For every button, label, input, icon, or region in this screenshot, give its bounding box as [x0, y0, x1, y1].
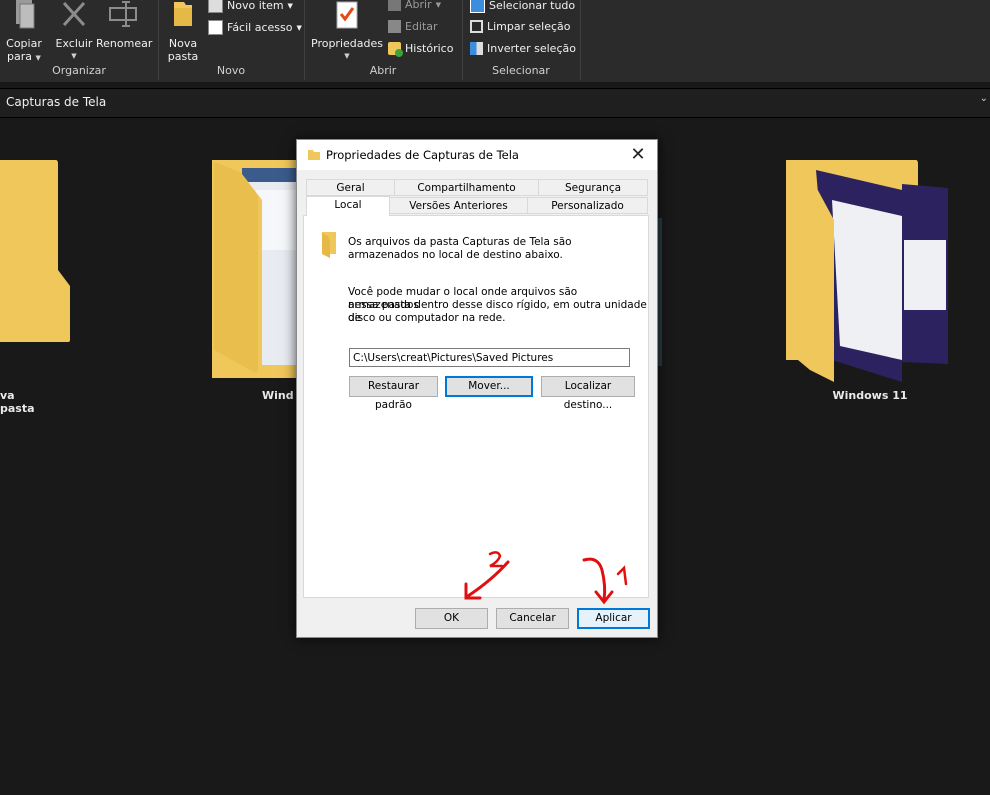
group-label-novo: Novo — [216, 64, 246, 77]
chevron-down-icon: ▼ — [287, 1, 293, 10]
address-bar[interactable]: Capturas de Tela ⌄ — [0, 88, 990, 118]
ribbon: Copiar para ▼ Excluir ▼ Renomear Organiz… — [0, 0, 990, 82]
open-icon — [388, 0, 401, 11]
address-path[interactable]: Capturas de Tela — [6, 95, 106, 109]
move-button[interactable]: Mover... — [445, 376, 533, 397]
easy-access-icon — [208, 20, 223, 35]
copy-to-label-2: para — [7, 50, 33, 63]
open-button[interactable]: Abrir ▼ — [388, 0, 441, 11]
apply-button[interactable]: Aplicar — [577, 608, 650, 629]
history-icon — [388, 42, 403, 57]
copy-to-icon — [16, 0, 35, 29]
info-line-2: armazenados no local de destino abaixo. — [348, 249, 563, 261]
history-label: Histórico — [405, 42, 454, 55]
ribbon-separator — [580, 0, 581, 80]
chevron-down-icon: ▼ — [35, 54, 41, 62]
tab-local[interactable]: Local — [306, 196, 390, 216]
new-item-label: Novo item — [227, 0, 284, 12]
new-folder-icon — [174, 2, 192, 26]
properties-dialog: Propriedades de Capturas de Tela ✕ Geral… — [296, 139, 658, 638]
dialog-title: Propriedades de Capturas de Tela — [326, 148, 519, 162]
chevron-down-icon: ▼ — [435, 0, 441, 9]
cancel-button[interactable]: Cancelar — [496, 608, 569, 629]
new-folder-label: Nova — [168, 37, 198, 50]
ok-button[interactable]: OK — [415, 608, 488, 629]
copy-to-label: Copiar — [6, 37, 42, 50]
close-icon[interactable]: ✕ — [627, 144, 649, 166]
edit-label: Editar — [405, 20, 438, 33]
folder-nova-pasta-icon[interactable] — [0, 160, 72, 344]
chevron-down-icon: ▼ — [296, 23, 302, 32]
chevron-down-icon[interactable]: ⌄ — [980, 93, 988, 104]
rename-button[interactable]: Renomear — [96, 0, 153, 50]
folder-label[interactable]: va pasta — [0, 389, 44, 415]
delete-x-icon — [62, 1, 86, 27]
chevron-down-icon: ▼ — [344, 52, 350, 60]
history-button[interactable]: Histórico — [388, 42, 454, 57]
clear-selection-icon — [470, 20, 483, 33]
info-line-1: Os arquivos da pasta Capturas de Tela sã… — [348, 236, 572, 248]
select-all-button[interactable]: Selecionar tudo — [470, 0, 575, 13]
folder-icon — [322, 232, 336, 258]
folder-label[interactable]: Windows 11 — [820, 389, 920, 402]
select-all-icon — [470, 0, 485, 13]
select-all-label: Selecionar tudo — [489, 0, 576, 12]
copy-to-button[interactable]: Copiar para ▼ — [4, 0, 44, 65]
delete-label: Excluir — [55, 37, 93, 50]
new-folder-label-2: pasta — [167, 50, 199, 63]
invert-selection-label: Inverter seleção — [487, 42, 576, 55]
tab-personalizado[interactable]: Personalizado — [527, 197, 648, 214]
easy-access-label: Fácil acesso — [227, 21, 293, 34]
group-label-abrir: Abrir — [369, 64, 397, 77]
group-label-selecionar: Selecionar — [492, 64, 550, 77]
invert-selection-button[interactable]: Inverter seleção — [470, 42, 576, 55]
properties-icon — [336, 1, 358, 29]
tab-versoes-anteriores[interactable]: Versões Anteriores — [389, 197, 528, 214]
find-target-button[interactable]: Localizar destino... — [541, 376, 635, 411]
folder-windows-11-icon[interactable] — [786, 160, 950, 382]
new-item-button[interactable]: Novo item ▼ — [208, 0, 293, 13]
folder-icon — [308, 150, 320, 160]
edit-icon — [388, 20, 401, 33]
easy-access-button[interactable]: Fácil acesso ▼ — [208, 20, 302, 35]
new-folder-button[interactable]: Nova pasta — [163, 0, 203, 63]
tab-geral[interactable]: Geral — [306, 179, 395, 196]
open-label: Abrir — [405, 0, 432, 11]
group-label-organizar: Organizar — [52, 64, 106, 77]
tab-seguranca[interactable]: Segurança — [538, 179, 648, 196]
invert-selection-icon — [470, 42, 483, 55]
tab-compartilhamento[interactable]: Compartilhamento — [394, 179, 539, 196]
rename-label: Renomear — [96, 37, 153, 50]
desc-line-3: disco ou computador na rede. — [348, 312, 506, 324]
location-path-input[interactable] — [349, 348, 630, 367]
clear-selection-label: Limpar seleção — [487, 20, 571, 33]
properties-button[interactable]: Propriedades ▼ — [311, 0, 383, 63]
folder-windows-7-icon[interactable] — [212, 160, 298, 378]
delete-button[interactable]: Excluir ▼ — [55, 0, 93, 63]
dialog-titlebar[interactable]: Propriedades de Capturas de Tela ✕ — [297, 140, 657, 170]
tab-panel-local: Os arquivos da pasta Capturas de Tela sã… — [303, 215, 649, 598]
properties-label: Propriedades — [311, 37, 383, 50]
restore-default-button[interactable]: Restaurar padrão — [349, 376, 438, 411]
clear-selection-button[interactable]: Limpar seleção — [470, 20, 570, 33]
rename-icon — [109, 1, 137, 27]
new-item-icon — [208, 0, 223, 13]
chevron-down-icon: ▼ — [71, 52, 77, 60]
edit-button[interactable]: Editar — [388, 20, 438, 33]
